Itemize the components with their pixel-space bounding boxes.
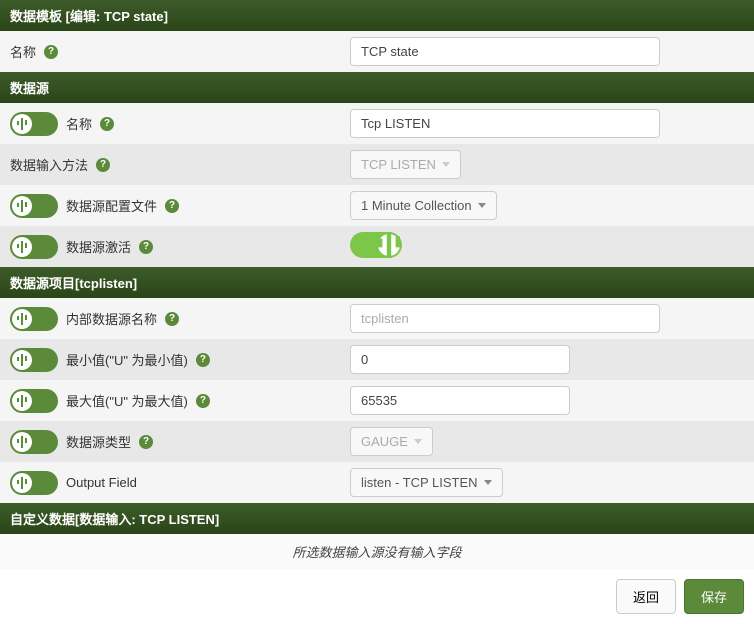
- help-icon[interactable]: ?: [96, 158, 110, 172]
- name-input[interactable]: [350, 37, 660, 66]
- help-icon[interactable]: ?: [196, 353, 210, 367]
- help-icon[interactable]: ?: [139, 435, 153, 449]
- section-header-ds-item: 数据源项目[tcplisten]: [0, 267, 754, 298]
- output-field-label: Output Field: [66, 475, 137, 490]
- chevron-down-icon: [442, 162, 450, 167]
- row-min: 最小值("U" 为最小值) ?: [0, 339, 754, 380]
- min-input[interactable]: [350, 345, 570, 374]
- row-output-field: Output Field listen - TCP LISTEN: [0, 462, 754, 503]
- toggle-ds-type[interactable]: [10, 430, 58, 454]
- row-ds-type: 数据源类型 ? GAUGE: [0, 421, 754, 462]
- help-icon[interactable]: ?: [139, 240, 153, 254]
- active-label: 数据源激活: [66, 237, 131, 256]
- row-max: 最大值("U" 为最大值) ?: [0, 380, 754, 421]
- ds-type-label: 数据源类型: [66, 432, 131, 451]
- internal-name-label: 内部数据源名称: [66, 309, 157, 328]
- row-profile: 数据源配置文件 ? 1 Minute Collection: [0, 185, 754, 226]
- help-icon[interactable]: ?: [165, 199, 179, 213]
- help-icon[interactable]: ?: [44, 45, 58, 59]
- row-ds-name: 名称 ?: [0, 103, 754, 144]
- name-label: 名称: [10, 42, 36, 61]
- profile-label: 数据源配置文件: [66, 196, 157, 215]
- toggle-output-field[interactable]: [10, 471, 58, 495]
- max-label: 最大值("U" 为最大值): [66, 391, 188, 410]
- max-input[interactable]: [350, 386, 570, 415]
- row-name: 名称 ?: [0, 31, 754, 72]
- row-input-method: 数据输入方法 ? TCP LISTEN: [0, 144, 754, 185]
- ds-name-input[interactable]: [350, 109, 660, 138]
- internal-name-input[interactable]: [350, 304, 660, 333]
- input-method-select: TCP LISTEN: [350, 150, 461, 179]
- min-label: 最小值("U" 为最小值): [66, 350, 188, 369]
- row-active: 数据源激活 ?: [0, 226, 754, 267]
- chevron-down-icon: [484, 480, 492, 485]
- toggle-max[interactable]: [10, 389, 58, 413]
- chevron-down-icon: [414, 439, 422, 444]
- row-internal-name: 内部数据源名称 ?: [0, 298, 754, 339]
- toggle-active-template[interactable]: [10, 235, 58, 259]
- chevron-down-icon: [478, 203, 486, 208]
- section-header-template: 数据模板 [编辑: TCP state]: [0, 0, 754, 31]
- footer-actions: 返回 保存: [0, 569, 754, 624]
- profile-select[interactable]: 1 Minute Collection: [350, 191, 497, 220]
- help-icon[interactable]: ?: [196, 394, 210, 408]
- toggle-profile[interactable]: [10, 194, 58, 218]
- ds-name-label: 名称: [66, 114, 92, 133]
- toggle-min[interactable]: [10, 348, 58, 372]
- toggle-ds-name[interactable]: [10, 112, 58, 136]
- save-button[interactable]: 保存: [684, 579, 744, 614]
- ds-type-select: GAUGE: [350, 427, 433, 456]
- help-icon[interactable]: ?: [165, 312, 179, 326]
- back-button[interactable]: 返回: [616, 579, 676, 614]
- help-icon[interactable]: ?: [100, 117, 114, 131]
- custom-empty-message: 所选数据输入源没有输入字段: [0, 534, 754, 569]
- toggle-internal-name[interactable]: [10, 307, 58, 331]
- section-header-datasource: 数据源: [0, 72, 754, 103]
- section-header-custom: 自定义数据[数据输入: TCP LISTEN]: [0, 503, 754, 534]
- output-field-select[interactable]: listen - TCP LISTEN: [350, 468, 503, 497]
- input-method-label: 数据输入方法: [10, 155, 88, 174]
- active-switch[interactable]: [350, 232, 402, 258]
